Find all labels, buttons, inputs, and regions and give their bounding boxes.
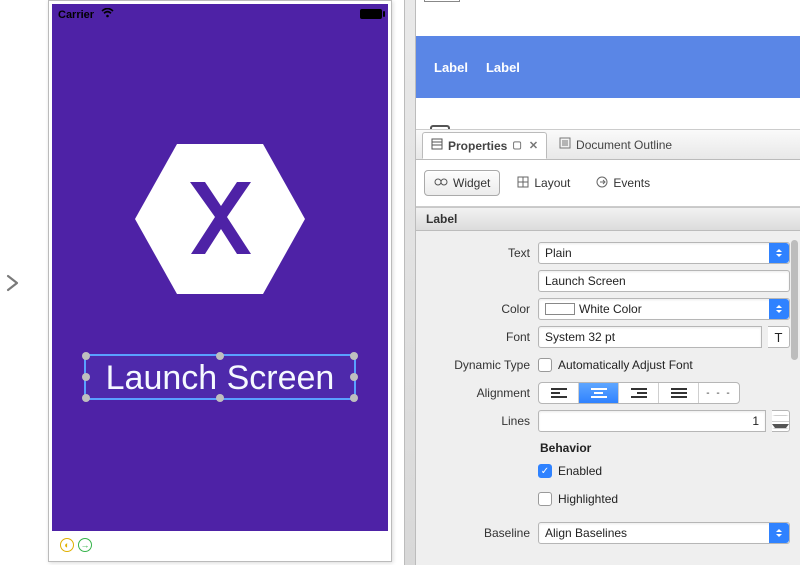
align-left-button[interactable] <box>539 383 579 403</box>
resize-handle[interactable] <box>216 394 224 402</box>
battery-icon <box>360 9 382 19</box>
subtab-events[interactable]: Events <box>587 171 659 196</box>
text-value-input[interactable]: Launch Screen <box>538 270 790 292</box>
subtab-widget[interactable]: Widget <box>424 170 500 196</box>
selection-box[interactable] <box>84 354 356 400</box>
vertical-splitter[interactable] <box>404 0 416 565</box>
font-icon: T <box>775 330 783 345</box>
property-subtab-bar: Widget Layout Events <box>416 160 800 207</box>
baseline-select[interactable]: Align Baselines <box>538 522 790 544</box>
toolbox-label-2: Label <box>486 60 520 75</box>
outline-icon <box>559 137 571 152</box>
checkbox-label: Highlighted <box>558 492 618 506</box>
lines-stepper[interactable] <box>772 410 790 432</box>
resize-handle[interactable] <box>350 394 358 402</box>
toolbox-item-label-selected[interactable]: Label Label <box>416 36 800 98</box>
select-value: Plain <box>545 246 572 260</box>
resize-handle[interactable] <box>350 373 358 381</box>
behavior-header: Behavior <box>540 441 790 455</box>
properties-icon <box>431 138 443 153</box>
tab-label: Properties <box>448 139 507 153</box>
select-value: White Color <box>579 302 642 316</box>
subtab-label: Layout <box>534 176 570 190</box>
prop-label-baseline: Baseline <box>426 526 530 540</box>
toolbox-item-button[interactable]: Button <box>424 0 508 2</box>
prop-label-color: Color <box>426 302 530 316</box>
dyntype-checkbox[interactable] <box>538 358 552 372</box>
alignment-segmented: - - - <box>538 382 740 404</box>
panel-tab-bar: Properties ▢ ✕ Document Outline <box>416 130 800 160</box>
resize-handle[interactable] <box>82 394 90 402</box>
exit-icon[interactable]: → <box>78 538 92 552</box>
align-justify-button[interactable] <box>659 383 699 403</box>
align-center-button[interactable] <box>579 383 619 403</box>
stepper-up[interactable] <box>772 411 789 422</box>
subtab-label: Events <box>613 176 650 190</box>
chevron-down-icon <box>772 424 789 429</box>
checkbox-label: Enabled <box>558 464 602 478</box>
color-select[interactable]: White Color <box>538 298 790 320</box>
enabled-checkbox[interactable]: ✓ <box>538 464 552 478</box>
resize-handle[interactable] <box>82 352 90 360</box>
scene-dock-icon[interactable]: ◐ <box>60 538 74 552</box>
toolbox-item-peek <box>430 125 450 129</box>
lines-input[interactable]: 1 <box>538 410 766 432</box>
tab-label: Document Outline <box>576 138 672 152</box>
toolbox-label-1: Label <box>434 60 468 75</box>
prop-label-alignment: Alignment <box>426 386 530 400</box>
text-mode-select[interactable]: Plain <box>538 242 790 264</box>
events-icon <box>596 176 608 191</box>
subtab-layout[interactable]: Layout <box>508 171 579 196</box>
ios-status-bar: Carrier <box>52 4 388 24</box>
highlighted-checkbox[interactable] <box>538 492 552 506</box>
section-header-text: Label <box>426 212 457 226</box>
dashes-icon: - - - <box>706 388 732 399</box>
chevron-updown-icon <box>769 523 789 543</box>
select-value: Align Baselines <box>545 526 627 540</box>
vertical-scrollbar[interactable] <box>791 240 798 360</box>
input-value: System 32 pt <box>545 330 615 344</box>
section-header-label: Label <box>416 207 800 231</box>
widget-icon <box>434 176 448 190</box>
color-swatch-icon <box>545 303 575 315</box>
chevron-up-icon <box>772 415 789 416</box>
checkbox-label: Automatically Adjust Font <box>558 358 693 372</box>
input-value: 1 <box>752 414 759 428</box>
prop-label-font: Font <box>426 330 530 344</box>
design-canvas[interactable]: Carrier Launch Screen <box>26 0 404 565</box>
carrier-text: Carrier <box>58 8 114 21</box>
align-natural-button[interactable]: - - - <box>699 383 739 403</box>
button-glyph-icon <box>424 0 460 2</box>
font-input[interactable]: System 32 pt <box>538 326 762 348</box>
chevron-updown-icon <box>769 299 789 319</box>
layout-icon <box>517 176 529 191</box>
carrier-label: Carrier <box>58 9 94 21</box>
prop-label-text: Text <box>426 246 530 260</box>
input-value: Launch Screen <box>545 274 626 288</box>
font-picker-button[interactable]: T <box>768 326 790 348</box>
resize-handle[interactable] <box>216 352 224 360</box>
prop-label-dyntype: Dynamic Type <box>426 358 530 372</box>
expand-arrow[interactable] <box>0 0 26 565</box>
tab-properties[interactable]: Properties ▢ ✕ <box>422 132 547 159</box>
chevron-updown-icon <box>769 243 789 263</box>
scene-footer: ◐ → <box>52 532 388 558</box>
prop-label-lines: Lines <box>426 414 530 428</box>
right-panel: Button Label Label Properties ▢ ✕ <box>416 0 800 565</box>
stepper-down[interactable] <box>772 422 789 432</box>
app-logo-icon <box>135 144 305 294</box>
toolbox-panel: Button Label Label <box>416 0 800 130</box>
resize-handle[interactable] <box>82 373 90 381</box>
resize-handle[interactable] <box>350 352 358 360</box>
close-icon[interactable]: ✕ <box>529 139 538 152</box>
device-screen[interactable]: Carrier Launch Screen <box>52 4 388 531</box>
device-frame: Carrier Launch Screen <box>48 0 392 562</box>
align-right-button[interactable] <box>619 383 659 403</box>
properties-form: Text Plain Launch Screen Color <box>416 231 800 547</box>
wifi-icon <box>101 8 114 21</box>
tab-document-outline[interactable]: Document Outline <box>551 132 680 157</box>
subtab-label: Widget <box>453 176 490 190</box>
pin-icon[interactable]: ▢ <box>512 140 521 151</box>
